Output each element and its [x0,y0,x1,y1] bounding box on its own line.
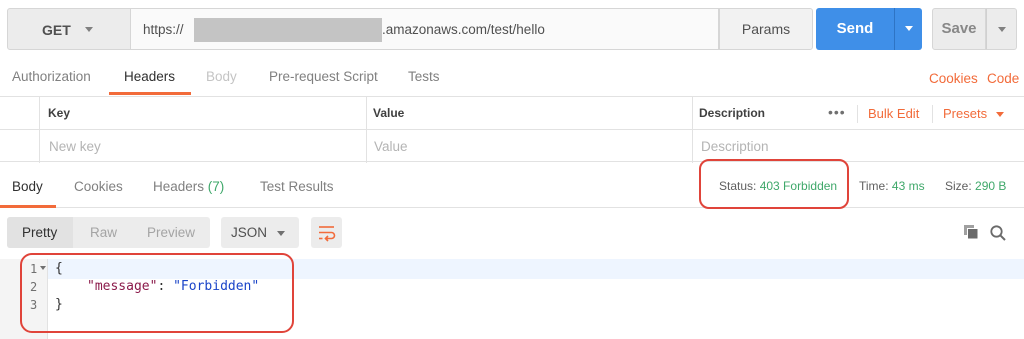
chevron-down-icon [905,26,913,31]
tab-prerequest-script[interactable]: Pre-request Script [269,69,378,84]
table-row: New key Value Description [0,130,1024,163]
response-view-toggle: Pretty Raw Preview [7,217,210,248]
tab-response-headers[interactable]: Headers (7) [153,179,224,194]
time-readout: Time: 43 ms [859,179,925,193]
description-column-header: Description [699,106,766,120]
search-icon[interactable] [989,224,1007,242]
active-tab-indicator [109,92,191,95]
headers-count-badge: (7) [207,179,225,194]
chevron-down-icon [998,27,1006,32]
wrap-lines-button[interactable] [311,217,342,248]
raw-button[interactable]: Raw [90,225,117,240]
tab-body[interactable]: Body [206,69,237,84]
wrap-lines-icon [319,226,336,242]
cookies-link[interactable]: Cookies [929,71,978,86]
divider [39,97,40,163]
tab-authorization[interactable]: Authorization [12,69,91,84]
tab-response-body[interactable]: Body [12,179,43,194]
params-button[interactable]: Params [719,8,813,50]
size-label: Size: [945,179,972,193]
value-column-header: Value [373,106,405,120]
more-options-icon[interactable]: ••• [828,104,846,120]
bulk-edit-link[interactable]: Bulk Edit [868,106,919,121]
method-label: GET [42,22,71,38]
headers-table: Key Value Description ••• Bulk Edit Pres… [0,96,1024,163]
url-input[interactable]: https:// .amazonaws.com/test/hello [131,8,719,50]
tab-headers[interactable]: Headers [124,69,175,84]
divider [692,97,693,163]
divider [857,105,858,123]
copy-icon[interactable] [963,224,979,240]
send-options-button[interactable] [894,8,922,50]
response-tabs: Body Cookies Headers (7) Test Results St… [0,162,1024,208]
code-link[interactable]: Code [987,71,1019,86]
format-label: JSON [231,225,268,240]
save-button[interactable]: Save [932,8,986,50]
chevron-down-icon [85,27,93,32]
url-redaction [194,18,382,42]
preview-button[interactable]: Preview [147,225,195,240]
send-button[interactable]: Send [816,8,894,50]
url-scheme: https:// [143,22,184,37]
size-readout: Size: 290 B [945,179,1006,193]
divider [366,97,367,163]
request-tabs: Authorization Headers Body Pre-request S… [0,60,1024,96]
headers-table-header: Key Value Description ••• Bulk Edit Pres… [0,97,1024,130]
chevron-down-icon [996,112,1004,117]
size-value: 290 B [975,179,1007,193]
method-dropdown[interactable]: GET [7,8,131,50]
active-tab-indicator [0,205,56,208]
presets-dropdown[interactable]: Presets [943,106,987,121]
tab-test-results[interactable]: Test Results [260,179,334,194]
tab-response-headers-label: Headers [153,179,205,194]
key-column-header: Key [48,106,71,120]
pretty-button[interactable]: Pretty [22,225,57,240]
chevron-down-icon [277,231,285,236]
body-annotation-circle [20,253,294,333]
time-label: Time: [859,179,889,193]
save-options-button[interactable] [986,8,1017,50]
request-bar: GET https:// .amazonaws.com/test/hello P… [7,8,1017,50]
new-key-input[interactable]: New key [49,139,101,154]
value-input[interactable]: Value [374,139,408,154]
tab-tests[interactable]: Tests [408,69,440,84]
format-dropdown[interactable]: JSON [221,217,299,248]
status-annotation-circle [699,159,849,209]
url-rest: .amazonaws.com/test/hello [382,22,545,37]
description-input[interactable]: Description [701,139,769,154]
tab-response-cookies[interactable]: Cookies [74,179,123,194]
time-value: 43 ms [891,179,925,193]
divider [932,105,933,123]
